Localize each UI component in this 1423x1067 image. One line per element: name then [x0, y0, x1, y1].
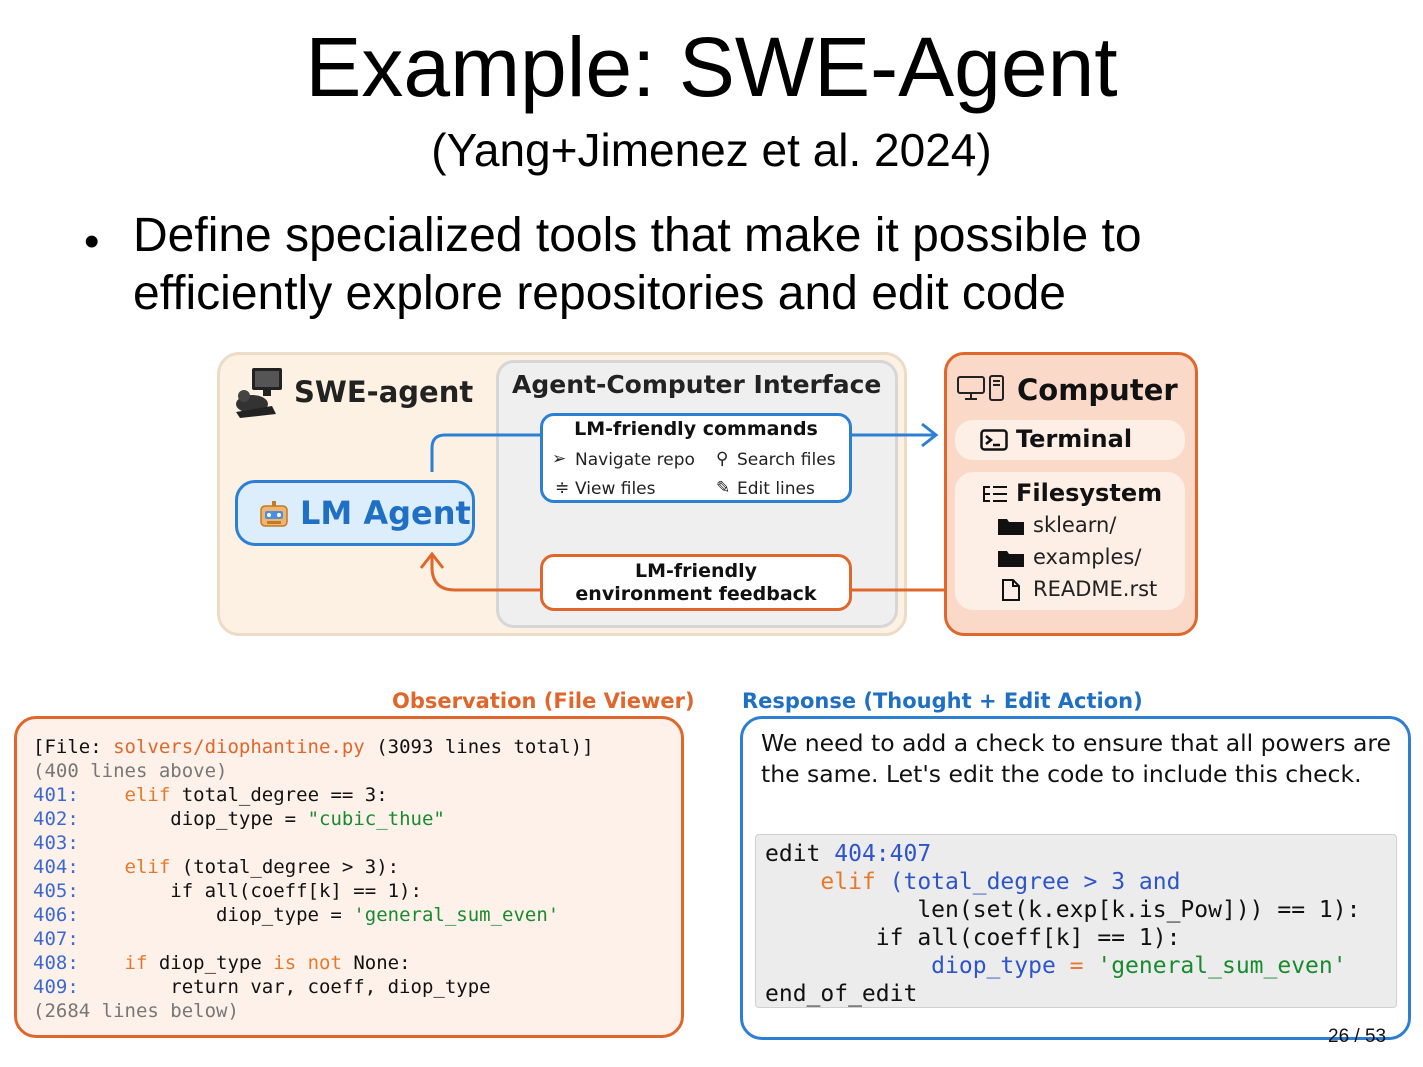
feedback-line-1: LM-friendly [635, 560, 757, 582]
line-number: 409: [33, 976, 79, 998]
page-number: 26 / 53 [1328, 1026, 1387, 1047]
command-search-files: Search files [737, 450, 836, 470]
keyword: is not [273, 952, 342, 974]
lines-below: (2684 lines below) [33, 1000, 239, 1022]
lm-agent-label: LM Agent [300, 494, 471, 532]
code-line-401: 401: elif total_degree == 3: [33, 784, 388, 808]
file-header-prefix: [File: [33, 736, 114, 758]
filesystem-tree-icon [983, 486, 1007, 502]
code-text: None: [341, 952, 411, 974]
file-examples: examples/ [1033, 545, 1142, 569]
line-number: 403: [33, 832, 79, 854]
commands-title: LM-friendly commands [574, 418, 818, 440]
code-line-409: 409: return var, coeff, diop_type [33, 976, 491, 1000]
code-line-405: 405: if all(coeff[k] == 1): [33, 880, 422, 904]
code-text: diop_type = [216, 904, 354, 926]
feedback-to-agent-arrow [430, 556, 540, 592]
edit-line-3: if all(coeff[k] == 1): [765, 924, 1181, 952]
command-view-files: View files [575, 479, 656, 499]
edit-line-1: elif (total_degree > 3 and [765, 868, 1180, 896]
string-literal: 'general_sum_even' [1097, 953, 1347, 979]
folder-icon [998, 551, 1024, 567]
file-readme: README.rst [1033, 577, 1158, 601]
keyword: elif [820, 869, 876, 895]
agent-to-commands-arrow [430, 433, 540, 472]
edit-line-end: end_of_edit [765, 981, 918, 1007]
edit-range: 404:407 [834, 841, 932, 867]
computer-icon [957, 375, 1004, 401]
operator: = [1055, 953, 1098, 979]
file-header-line: [File: solvers/diophantine.py (3093 line… [33, 736, 594, 760]
terminal-label: Terminal [1016, 425, 1133, 453]
edit-line-4: diop_type = 'general_sum_even' [765, 952, 1347, 980]
file-header-suffix: (3093 lines total)] [364, 736, 594, 758]
lines-above: (400 lines above) [33, 760, 228, 782]
file-sklearn: sklearn/ [1033, 513, 1117, 537]
code-line-407: 407: [33, 928, 79, 952]
line-number: 407: [33, 928, 79, 950]
edit-command: edit [765, 841, 821, 867]
line-number: 408: [33, 952, 79, 974]
navigate-icon: ➢ [552, 449, 567, 469]
code-text: diop_type = [170, 808, 308, 830]
robot-icon [260, 501, 288, 527]
command-edit-lines: Edit lines [737, 479, 815, 499]
code-line-402: 402: diop_type = "cubic_thue" [33, 808, 445, 832]
code-line-404: 404: elif (total_degree > 3): [33, 856, 399, 880]
feedback-line-2: environment feedback [575, 583, 817, 605]
edit-line-2: len(set(k.exp[k.is_Pow])) == 1): [765, 896, 1360, 924]
folder-icon [998, 519, 1024, 535]
edit-pen-icon: ✎ [716, 478, 731, 498]
code-text: diop_type [147, 952, 274, 974]
string-literal: "cubic_thue" [307, 808, 445, 830]
observation-label: Observation (File Viewer) [392, 689, 695, 713]
line-number: 404: [33, 856, 79, 878]
code-text: return var, coeff, diop_type [170, 976, 491, 998]
code-text: (total_degree > 3): [181, 856, 400, 878]
aci-title: Agent-Computer Interface [512, 370, 882, 399]
code-line-406: 406: diop_type = 'general_sum_even' [33, 904, 559, 928]
keyword: if [124, 952, 148, 974]
line-number: 401: [33, 784, 79, 806]
code-line-403: 403: [33, 832, 79, 856]
code-line-408: 408: if diop_type is not None: [33, 952, 411, 976]
response-label: Response (Thought + Edit Action) [742, 689, 1143, 713]
command-navigate-repo: Navigate repo [575, 450, 695, 470]
code-text: diop_type [931, 953, 1056, 979]
line-number: 405: [33, 880, 79, 902]
feedback-text: LM-friendly environment feedback [540, 560, 852, 606]
code-text: total_degree == 3: [170, 784, 388, 806]
line-number: 406: [33, 904, 79, 926]
swe-agent-label: SWE-agent [294, 375, 474, 409]
swe-agent-logo-icon [236, 368, 282, 418]
keyword: elif [124, 856, 171, 878]
response-thought: We need to add a check to ensure that al… [761, 729, 1391, 788]
view-files-icon: ≑ [555, 478, 570, 498]
keyword: elif [124, 784, 171, 806]
search-icon: ⚲ [716, 449, 729, 469]
code-text: (total_degree > 3 and [889, 869, 1181, 895]
code-text: len(set(k.exp[k.is_Pow])) == 1): [917, 897, 1361, 923]
filesystem-label: Filesystem [1016, 479, 1163, 507]
edit-line-command: edit 404:407 [765, 840, 931, 868]
file-path: solvers/diophantine.py [113, 736, 365, 758]
line-number: 402: [33, 808, 79, 830]
terminal-icon [980, 429, 1008, 451]
file-document-icon [1002, 579, 1020, 601]
code-text: if all(coeff[k] == 1): [875, 925, 1181, 951]
computer-title: Computer [1017, 373, 1178, 407]
string-literal: 'general_sum_even' [353, 904, 560, 926]
code-text: if all(coeff[k] == 1): [170, 880, 422, 902]
